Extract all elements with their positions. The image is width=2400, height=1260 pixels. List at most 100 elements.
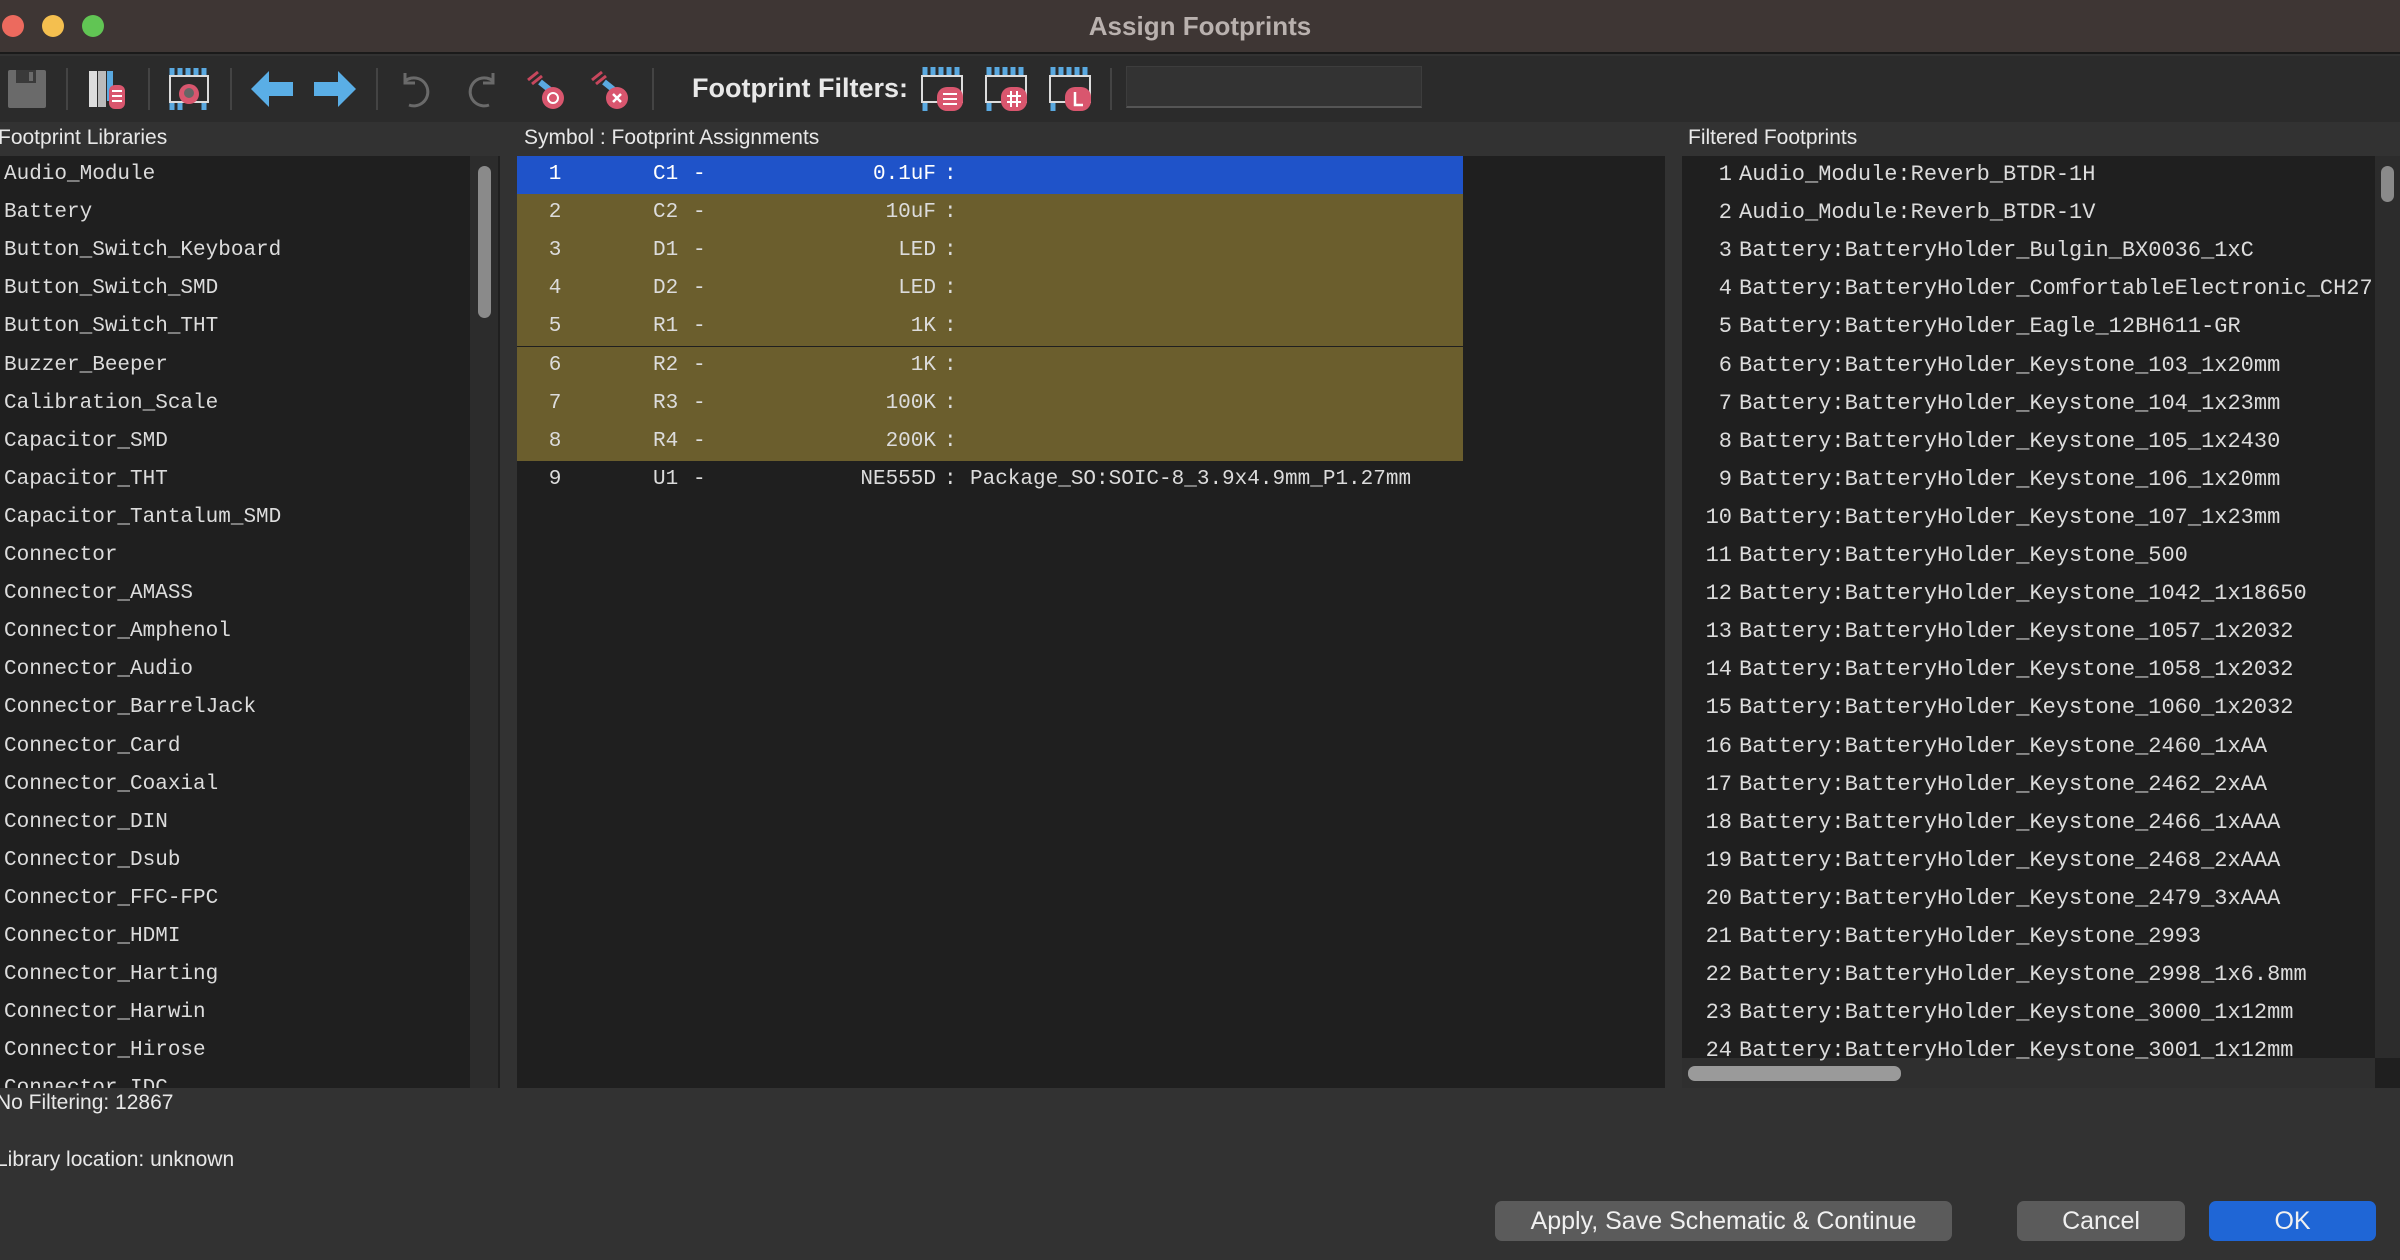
footprint-item[interactable]: 22 Battery:BatteryHolder_Keystone_2998_1x… [1682,956,2375,994]
filtered-footprints-list[interactable]: 1 Audio_Module:Reverb_BTDR-1H 2 Audio_Modul… [1682,156,2400,1088]
filter-text-input[interactable] [1126,66,1422,108]
delete-associations-button[interactable] [586,64,636,114]
footprint-libraries-list[interactable]: Audio_Module Battery Button_Switch_Keyboar… [0,156,500,1088]
footprints-vscrollbar[interactable] [2375,156,2400,1058]
next-button[interactable] [310,64,360,114]
library-item[interactable]: Connector_Coaxial [4,766,464,804]
footprint-item[interactable]: 23 Battery:BatteryHolder_Keystone_3000_1x… [1682,994,2375,1032]
footprint-item[interactable]: 1 Audio_Module:Reverb_BTDR-1H [1682,156,2375,194]
library-item[interactable]: Connector_Harwin [4,994,464,1032]
scrollbar-thumb[interactable] [478,166,491,318]
library-item[interactable]: Buzzer_Beeper [4,347,464,385]
footprint-item[interactable]: 21 Battery:BatteryHolder_Keystone_2993 [1682,918,2375,956]
footprint-item[interactable]: 8 Battery:BatteryHolder_Keystone_105_1x24… [1682,423,2375,461]
symbol-reference: R2 [653,353,679,377]
assigned-footprint: Package_SO:SOIC-8_3.9x4.9mm_P1.27mm [970,467,1412,491]
undo-button[interactable] [390,64,440,114]
assignment-row[interactable]: 4 D2- LED: [517,270,1463,309]
view-footprint-button[interactable] [164,64,214,114]
library-item[interactable]: Connector_Audio [4,651,464,689]
footprint-item[interactable]: 5 Battery:BatteryHolder_Eagle_12BH611-GR [1682,308,2375,346]
library-item[interactable]: Connector_HDMI [4,918,464,956]
library-item[interactable]: Connector_Dsub [4,842,464,880]
library-item[interactable]: Audio_Module [4,156,464,194]
footprint-item[interactable]: 18 Battery:BatteryHolder_Keystone_2466_1x… [1682,804,2375,842]
library-item[interactable]: Capacitor_SMD [4,423,464,461]
footprint-name: Battery:BatteryHolder_Keystone_2462_2xAA [1739,771,2268,797]
library-item[interactable]: Connector_Harting [4,956,464,994]
filter-by-keywords-toggle[interactable] [918,64,968,114]
footprint-item[interactable]: 12 Battery:BatteryHolder_Keystone_1042_1x… [1682,575,2375,613]
footprint-name: Battery:BatteryHolder_Keystone_107_1x23m… [1739,504,2281,530]
footprint-item[interactable]: 17 Battery:BatteryHolder_Keystone_2462_2x… [1682,766,2375,804]
filtered-footprints-header: Filtered Footprints [1688,126,1858,149]
library-manager-button[interactable] [82,64,132,114]
scrollbar-thumb[interactable] [2381,166,2394,202]
auto-associate-button[interactable] [522,64,572,114]
assignment-row[interactable]: 2 C2- 10uF: [517,194,1463,233]
assignment-row[interactable]: 7 R3- 100K: [517,384,1463,423]
row-number: 4 [548,277,562,301]
library-item[interactable]: Connector_AMASS [4,575,464,613]
assignment-row[interactable]: 5 R1- 1K: [517,308,1463,347]
footprint-name: Battery:BatteryHolder_Keystone_3001_1x12… [1739,1038,2294,1064]
assignment-row[interactable]: 3 D1- LED: [517,232,1463,271]
footprint-item[interactable]: 11 Battery:BatteryHolder_Keystone_500 [1682,537,2375,575]
footprint-item[interactable]: 15 Battery:BatteryHolder_Keystone_1060_1x… [1682,689,2375,727]
footprint-item[interactable]: 13 Battery:BatteryHolder_Keystone_1057_1x… [1682,613,2375,651]
footprint-item[interactable]: 10 Battery:BatteryHolder_Keystone_107_1x2… [1682,499,2375,537]
library-item[interactable]: Capacitor_THT [4,461,464,499]
footprint-item[interactable]: 3 Battery:BatteryHolder_Bulgin_BX0036_1xC [1682,232,2375,270]
library-item[interactable]: Battery [4,194,464,232]
separator-colon: : [944,353,957,377]
footprint-name: Battery:BatteryHolder_Keystone_2460_1xAA [1739,733,2268,759]
assignments-table[interactable]: 1 C1-0.1uF:2 C2-10uF:3 D1- LED:4 D2- LED:5 R1-1… [517,156,1665,1088]
library-item[interactable]: Connector_FFC-FPC [4,880,464,918]
library-item[interactable]: Connector_Amphenol [4,613,464,651]
filter-by-pin-count-toggle[interactable] [982,64,1032,114]
library-item[interactable]: Capacitor_Tantalum_SMD [4,499,464,537]
row-number: 2 [548,201,562,225]
library-item[interactable]: Connector_IDC [4,1070,464,1088]
library-item[interactable]: Connector [4,537,464,575]
footprint-name: Battery:BatteryHolder_ComfortableElectro… [1739,276,2373,302]
footprint-item[interactable]: 2 Audio_Module:Reverb_BTDR-1V [1682,194,2375,232]
footprint-item[interactable]: 20 Battery:BatteryHolder_Keystone_2479_3x… [1682,880,2375,918]
filter-by-library-toggle[interactable] [1046,64,1096,114]
library-item[interactable]: Connector_DIN [4,804,464,842]
save-button[interactable] [2,64,52,114]
footprint-libraries-header: Footprint Libraries [0,126,168,149]
previous-button[interactable] [247,64,297,114]
library-item[interactable]: Button_Switch_THT [4,308,464,346]
footprint-item[interactable]: 14 Battery:BatteryHolder_Keystone_1058_1x… [1682,651,2375,689]
footprint-item[interactable]: 19 Battery:BatteryHolder_Keystone_2468_2x… [1682,842,2375,880]
assignment-row[interactable]: 8 R4- 200K: [517,422,1463,461]
footprint-name: Battery:BatteryHolder_Keystone_2479_3xAA… [1739,885,2281,911]
assignment-row[interactable]: 1 C1- 0.1uF: [517,156,1463,194]
library-item[interactable]: Button_Switch_Keyboard [4,232,464,270]
footprint-item[interactable]: 7 Battery:BatteryHolder_Keystone_104_1x23… [1682,385,2375,423]
row-number: 8 [548,429,562,453]
separator-colon: : [944,277,957,301]
cancel-button[interactable]: Cancel [2017,1201,2185,1241]
filter-by-pin-count-icon [985,67,1027,111]
footprint-item[interactable]: 24 Battery:BatteryHolder_Keystone_3001_1x… [1682,1032,2375,1070]
footprint-item[interactable]: 6 Battery:BatteryHolder_Keystone_103_1x20… [1682,347,2375,385]
assignment-row[interactable]: 6 R2- 1K: [517,346,1463,385]
redo-button[interactable] [458,64,508,114]
footprint-name: Battery:BatteryHolder_Keystone_105_1x243… [1739,428,2281,454]
library-item[interactable]: Connector_Card [4,728,464,766]
library-item[interactable]: Connector_Hirose [4,1032,464,1070]
apply-save-continue-button[interactable]: Apply, Save Schematic & Continue [1495,1201,1952,1241]
footprint-item[interactable]: 16 Battery:BatteryHolder_Keystone_2460_1x… [1682,728,2375,766]
footprint-item[interactable]: 9 Battery:BatteryHolder_Keystone_106_1x20… [1682,461,2375,499]
library-item[interactable]: Calibration_Scale [4,385,464,423]
footprint-item[interactable]: 4 Battery:BatteryHolder_ComfortableElectr… [1682,270,2375,308]
libraries-scrollbar[interactable] [470,156,498,1088]
library-item[interactable]: Button_Switch_SMD [4,270,464,308]
library-item[interactable]: Connector_BarrelJack [4,689,464,727]
filter-by-keywords-icon [921,67,963,111]
assignment-row[interactable]: 9 U1- NE555D: Package_SO:SOIC-8_3.9x4.9mm_P… [517,461,1463,499]
ok-button[interactable]: OK [2209,1201,2376,1241]
symbol-reference: U1 [653,467,679,491]
